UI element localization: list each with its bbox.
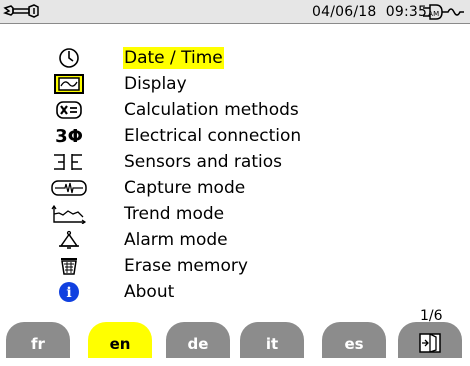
language-tabs: fr en de it es <box>0 322 470 358</box>
menu-item-label: Trend mode <box>124 204 225 224</box>
menu-item-about[interactable]: i About <box>0 280 470 306</box>
menu-item-label: Electrical connection <box>124 126 302 146</box>
display-icon <box>51 72 87 96</box>
menu-item-erase-memory[interactable]: Erase memory <box>0 254 470 280</box>
tab-es[interactable]: es <box>322 322 386 358</box>
trend-icon <box>51 202 87 226</box>
menu-item-label: Capture mode <box>124 178 246 198</box>
menu-item-label: Date / Time <box>123 47 224 69</box>
exit-tab[interactable] <box>398 322 462 358</box>
exit-icon <box>419 333 441 353</box>
menu-item-trend-mode[interactable]: Trend mode <box>0 202 470 228</box>
status-date: 04/06/18 <box>312 4 377 20</box>
info-glyph: i <box>66 285 71 301</box>
capture-icon <box>51 176 87 200</box>
menu-item-label: Sensors and ratios <box>124 152 282 172</box>
menu-item-alarm-mode[interactable]: Alarm mode <box>0 228 470 254</box>
alarm-icon <box>51 228 87 252</box>
three-phase-icon: 3Φ <box>55 125 83 147</box>
menu-item-label: Calculation methods <box>124 100 299 120</box>
calculation-icon <box>51 98 87 122</box>
menu-item-date-time[interactable]: Date / Time <box>0 46 470 72</box>
menu-item-electrical-connection[interactable]: 3Φ Electrical connection <box>0 124 470 150</box>
plug-icon <box>423 4 464 20</box>
menu-item-capture-mode[interactable]: Capture mode <box>0 176 470 202</box>
sensor-icon <box>51 150 87 174</box>
menu-item-calculation-methods[interactable]: Calculation methods <box>0 98 470 124</box>
menu-item-display[interactable]: Display <box>0 72 470 98</box>
menu-item-label: Erase memory <box>124 256 248 276</box>
tab-it[interactable]: it <box>240 322 304 358</box>
status-bar: 04/06/18 09:35AM <box>0 0 470 24</box>
info-icon: i <box>51 280 87 304</box>
tab-fr[interactable]: fr <box>6 322 70 358</box>
erase-icon <box>51 254 87 278</box>
menu-item-label: About <box>124 282 175 302</box>
tab-de[interactable]: de <box>166 322 230 358</box>
clock-icon <box>51 46 87 70</box>
menu-item-label: Display <box>124 74 187 94</box>
wrench-icon <box>3 4 39 18</box>
tab-en[interactable]: en <box>88 322 152 358</box>
menu-item-label: Alarm mode <box>124 230 228 250</box>
menu-item-sensors-and-ratios[interactable]: Sensors and ratios <box>0 150 470 176</box>
